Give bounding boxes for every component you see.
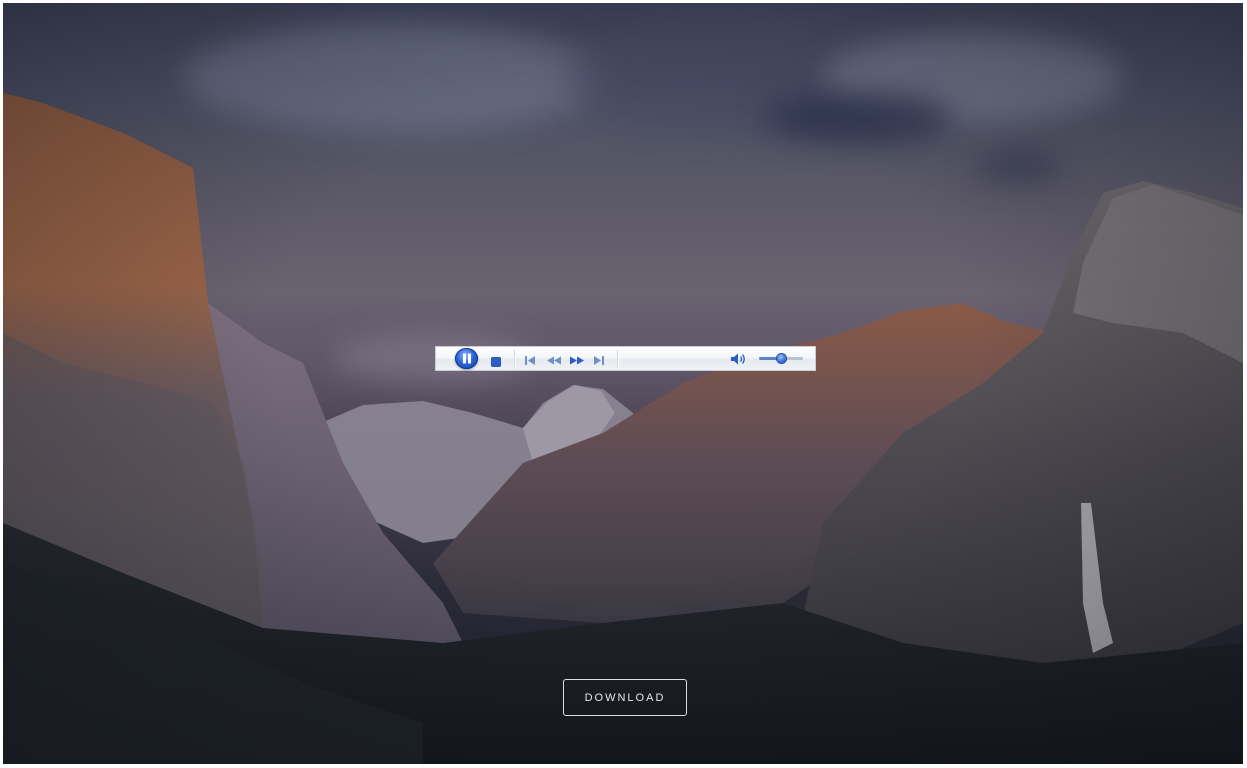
mute-button[interactable] <box>730 352 748 371</box>
divider <box>514 350 515 367</box>
fast-forward-button[interactable] <box>569 353 585 371</box>
volume-slider[interactable] <box>759 354 803 363</box>
skip-forward-icon <box>594 356 604 365</box>
rewind-icon <box>547 356 561 365</box>
stop-button[interactable] <box>491 354 501 367</box>
divider <box>617 350 618 367</box>
background-vignette <box>3 3 1243 764</box>
download-button-label: DOWNLOAD <box>584 691 666 704</box>
rewind-button[interactable] <box>546 353 562 371</box>
download-button[interactable]: DOWNLOAD <box>563 679 687 716</box>
volume-slider-thumb[interactable] <box>777 354 786 363</box>
skip-back-icon <box>525 356 535 365</box>
speaker-icon <box>731 353 745 365</box>
stop-icon <box>491 357 501 367</box>
page-frame <box>3 3 1243 764</box>
next-button[interactable] <box>593 353 605 371</box>
fast-forward-icon <box>570 356 584 365</box>
media-player-bar <box>435 346 816 371</box>
pause-button[interactable] <box>455 348 478 369</box>
previous-button[interactable] <box>524 353 536 371</box>
pause-icon <box>462 353 471 364</box>
